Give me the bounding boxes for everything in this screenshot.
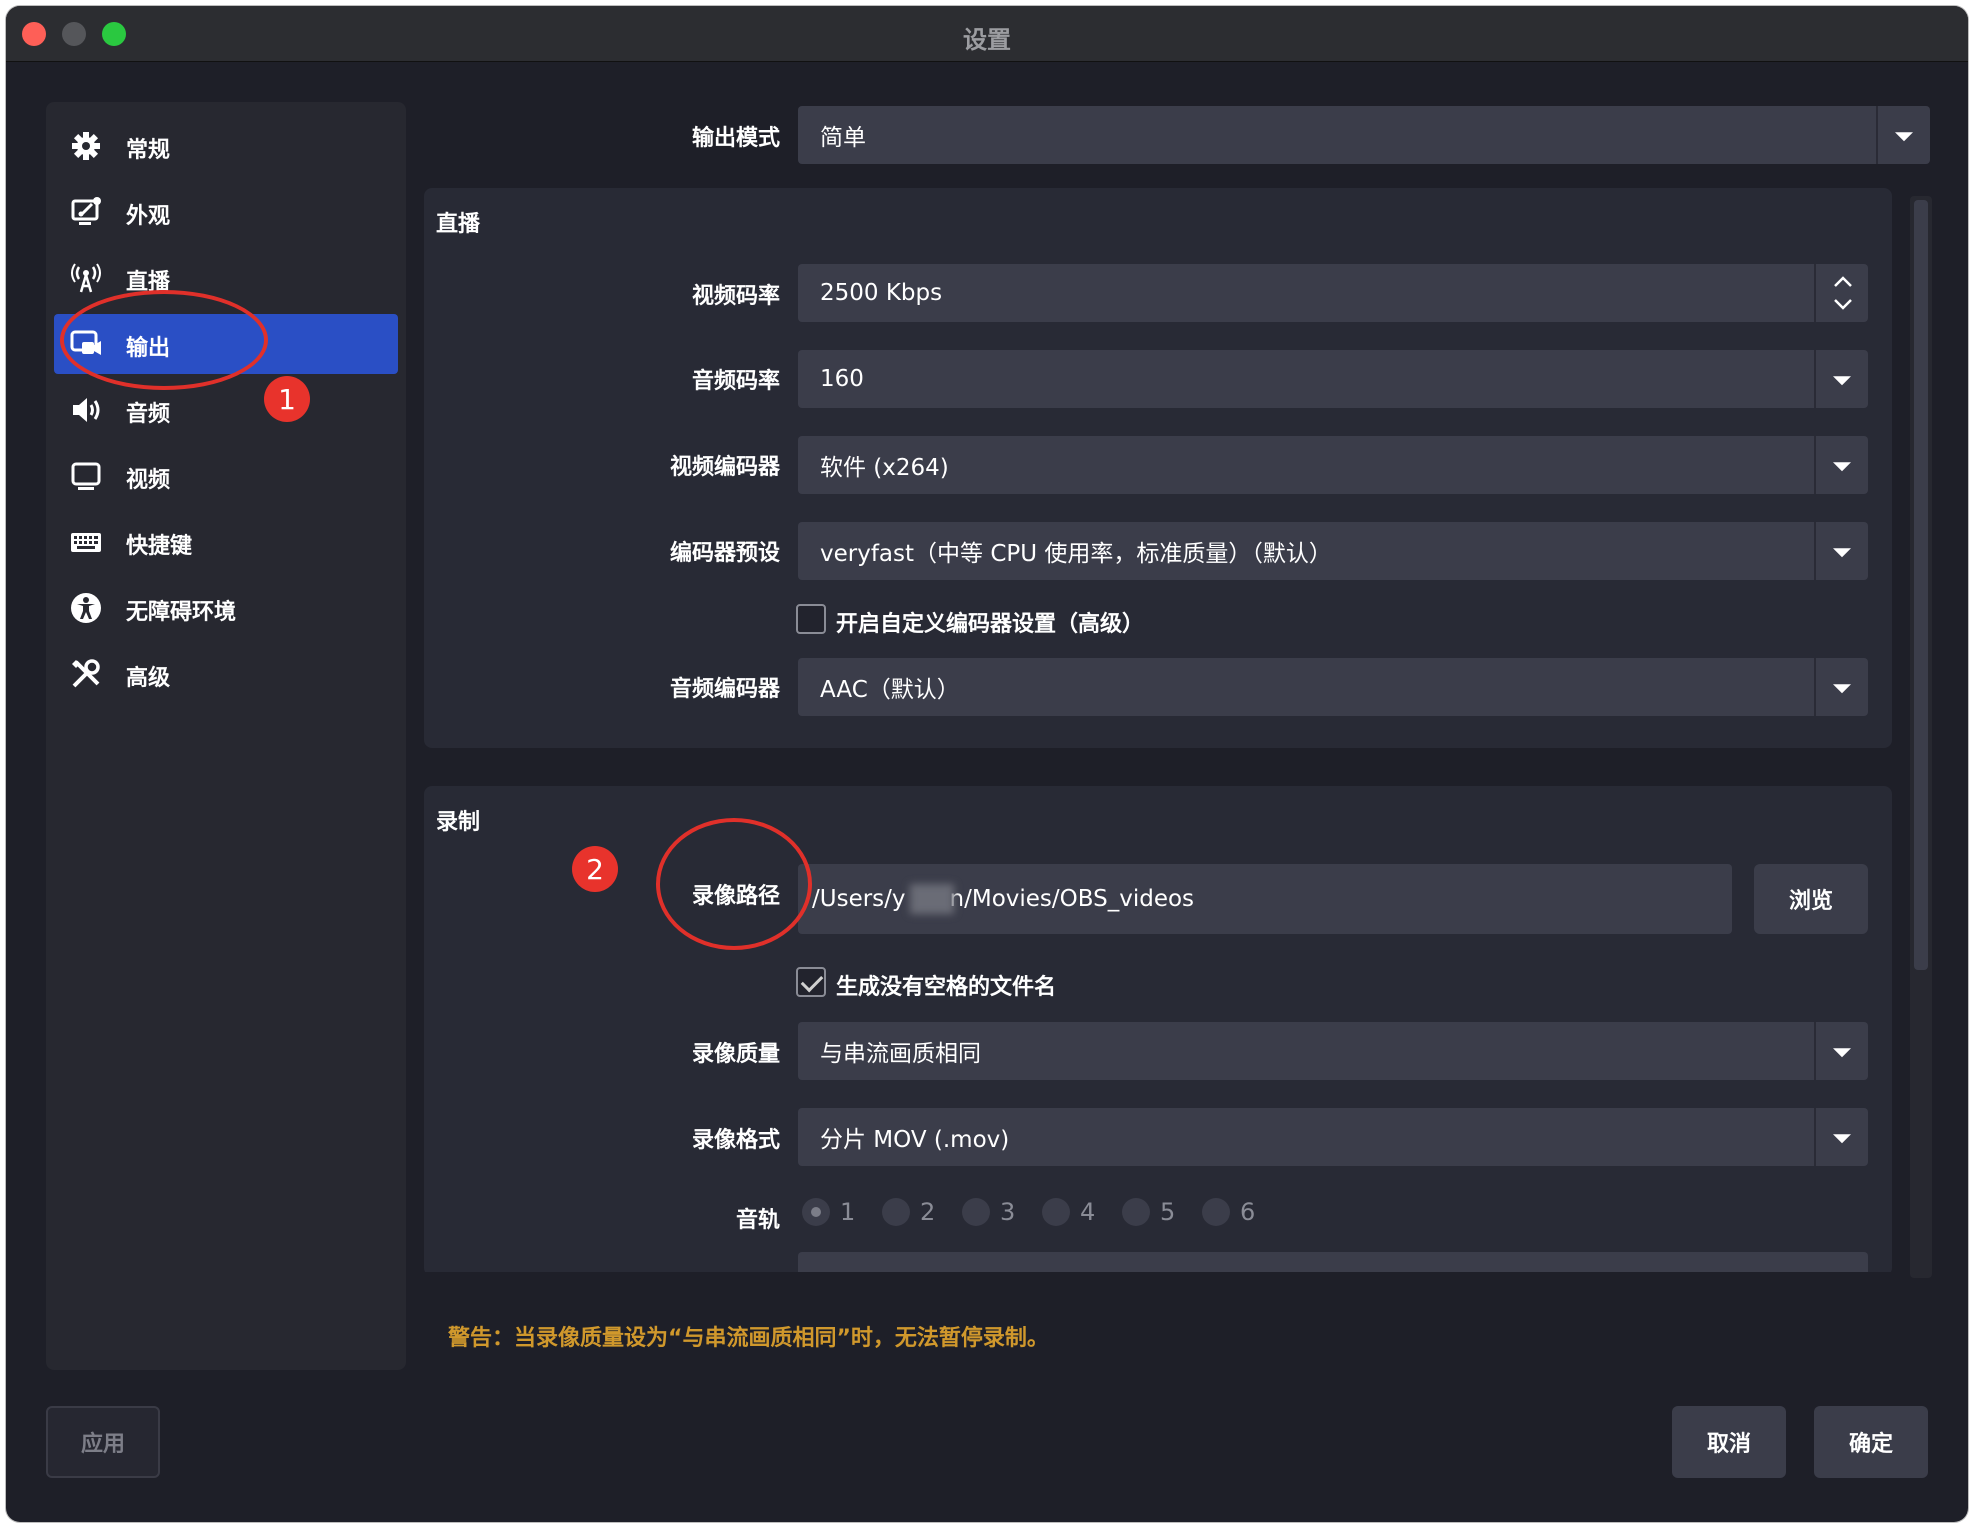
monitor-icon [71,462,101,490]
sidebar: 常规 外观 直播 输出 音频 视频 快捷键 无障碍环境 高级 [46,102,406,1370]
video-encoder-value: 软件 (x264) [820,455,949,481]
sidebar-item-accessibility[interactable]: 无障碍环境 [54,578,398,638]
audio-track-label: 音轨 [735,1208,780,1233]
audio-track-radio-6[interactable] [1202,1198,1230,1226]
video-bitrate-value: 2500 Kbps [820,280,943,306]
audio-track-radio-3[interactable] [962,1198,990,1226]
redacted-username [910,884,954,914]
encoder-preset-select[interactable]: veryfast（中等 CPU 使用率，标准质量）（默认） [798,522,1868,580]
audio-encoder-value: AAC（默认） [820,677,960,703]
appearance-icon [71,197,101,225]
sidebar-item-general[interactable]: 常规 [54,116,398,176]
audio-encoder-label: 音频编码器 [669,677,780,702]
audio-track-radio-2[interactable] [882,1198,910,1226]
recording-quality-label: 录像质量 [691,1042,780,1067]
audio-track-radio-label: 4 [1080,1198,1096,1226]
encoder-preset-label: 编码器预设 [669,541,780,566]
video-encoder-label: 视频编码器 [669,455,780,480]
chevron-down-icon [1814,522,1868,580]
streaming-group-title: 直播 [436,212,481,237]
audio-track-radio-4[interactable] [1042,1198,1070,1226]
window-title: 设置 [963,26,1011,54]
scrollbar-thumb[interactable] [1914,200,1928,970]
sidebar-item-hotkeys[interactable]: 快捷键 [54,512,398,572]
recording-group-title: 录制 [436,810,481,835]
browse-button[interactable]: 浏览 [1754,864,1868,934]
output-mode-select[interactable]: 简单 [798,106,1930,164]
audio-track-radio-label: 2 [920,1198,936,1226]
output-mode-value: 简单 [820,125,866,151]
annotation-badge-1: 1 [264,376,310,422]
settings-window: 设置 常规 外观 直播 输出 音频 视频 快捷键 无障碍环境 高级 输出模式 简… [6,6,1968,1522]
audio-track-radio-label: 5 [1160,1198,1176,1226]
audio-track-radio-1[interactable] [802,1198,830,1226]
no-spaces-checkbox[interactable] [796,967,826,997]
keyboard-icon [71,533,101,552]
audio-bitrate-select[interactable]: 160 [798,350,1868,408]
no-spaces-label: 生成没有空格的文件名 [836,975,1057,1000]
recording-format-value: 分片 MOV (.mov) [820,1127,1010,1153]
sidebar-item-label: 外观 [126,204,171,229]
apply-button[interactable]: 应用 [46,1406,160,1478]
annotation-badge-2: 2 [572,846,618,892]
sidebar-item-label: 无障碍环境 [126,600,237,625]
chevron-up-down-icon [1834,276,1852,310]
chevron-down-icon [1814,350,1868,408]
gear-icon [72,132,100,160]
sidebar-item-advanced[interactable]: 高级 [54,644,398,704]
annotation-circle-path [656,818,812,950]
sidebar-item-video[interactable]: 视频 [54,446,398,506]
recording-quality-value: 与串流画质相同 [820,1041,981,1067]
audio-encoder-select[interactable]: AAC（默认） [798,658,1868,716]
video-encoder-select[interactable]: 软件 (x264) [798,436,1868,494]
sidebar-item-label: 快捷键 [126,534,193,559]
audio-track-radio-label: 3 [1000,1198,1016,1226]
video-bitrate-label: 视频码率 [691,284,780,309]
recording-quality-select[interactable]: 与串流画质相同 [798,1022,1868,1080]
recording-format-select[interactable]: 分片 MOV (.mov) [798,1108,1868,1166]
accessibility-icon [71,593,101,623]
sidebar-item-label: 高级 [126,666,171,691]
chevron-down-icon [1814,658,1868,716]
annotation-circle-output [60,290,268,390]
audio-track-radio-5[interactable] [1122,1198,1150,1226]
custom-encoder-label: 开启自定义编码器设置（高级） [836,612,1145,637]
chevron-down-icon [1814,436,1868,494]
ok-button[interactable]: 确定 [1814,1406,1928,1478]
recording-path-input[interactable]: /Users/y n/Movies/OBS_videos [798,864,1732,934]
sidebar-item-label: 音频 [126,402,171,427]
custom-encoder-checkbox[interactable] [796,604,826,634]
recording-path-value: /Users/y n/Movies/OBS_videos [812,886,1194,912]
audio-track-radio-label: 6 [1240,1198,1256,1226]
chevron-down-icon [1814,1108,1868,1166]
scroll-clip-edge [424,1272,1892,1280]
title-bar: 设置 [6,6,1968,62]
scrollbar[interactable] [1910,196,1932,1278]
recording-format-label: 录像格式 [691,1128,780,1153]
audio-bitrate-value: 160 [820,366,864,392]
audio-bitrate-label: 音频码率 [691,369,780,394]
encoder-preset-value: veryfast（中等 CPU 使用率，标准质量）（默认） [820,541,1332,567]
recording-path-start: /Users/y [812,886,906,912]
sidebar-item-label: 常规 [126,138,171,163]
output-mode-label: 输出模式 [691,126,780,151]
chevron-down-icon [1814,1022,1868,1080]
cancel-button[interactable]: 取消 [1672,1406,1786,1478]
audio-track-radio-label: 1 [840,1198,856,1226]
tools-icon [72,659,100,688]
chevron-down-icon [1876,106,1930,164]
speaker-icon [73,398,100,422]
sidebar-item-audio[interactable]: 音频 [54,380,398,440]
sidebar-item-label: 视频 [126,468,171,493]
antenna-icon [71,263,101,293]
spin-arrows[interactable] [1814,264,1868,322]
sidebar-item-appearance[interactable]: 外观 [54,182,398,242]
video-bitrate-spinbox[interactable]: 2500 Kbps [798,264,1868,322]
warning-text: 警告：当录像质量设为“与串流画质相同”时，无法暂停录制。 [448,1326,1049,1351]
recording-path-end: n/Movies/OBS_videos [949,886,1195,912]
